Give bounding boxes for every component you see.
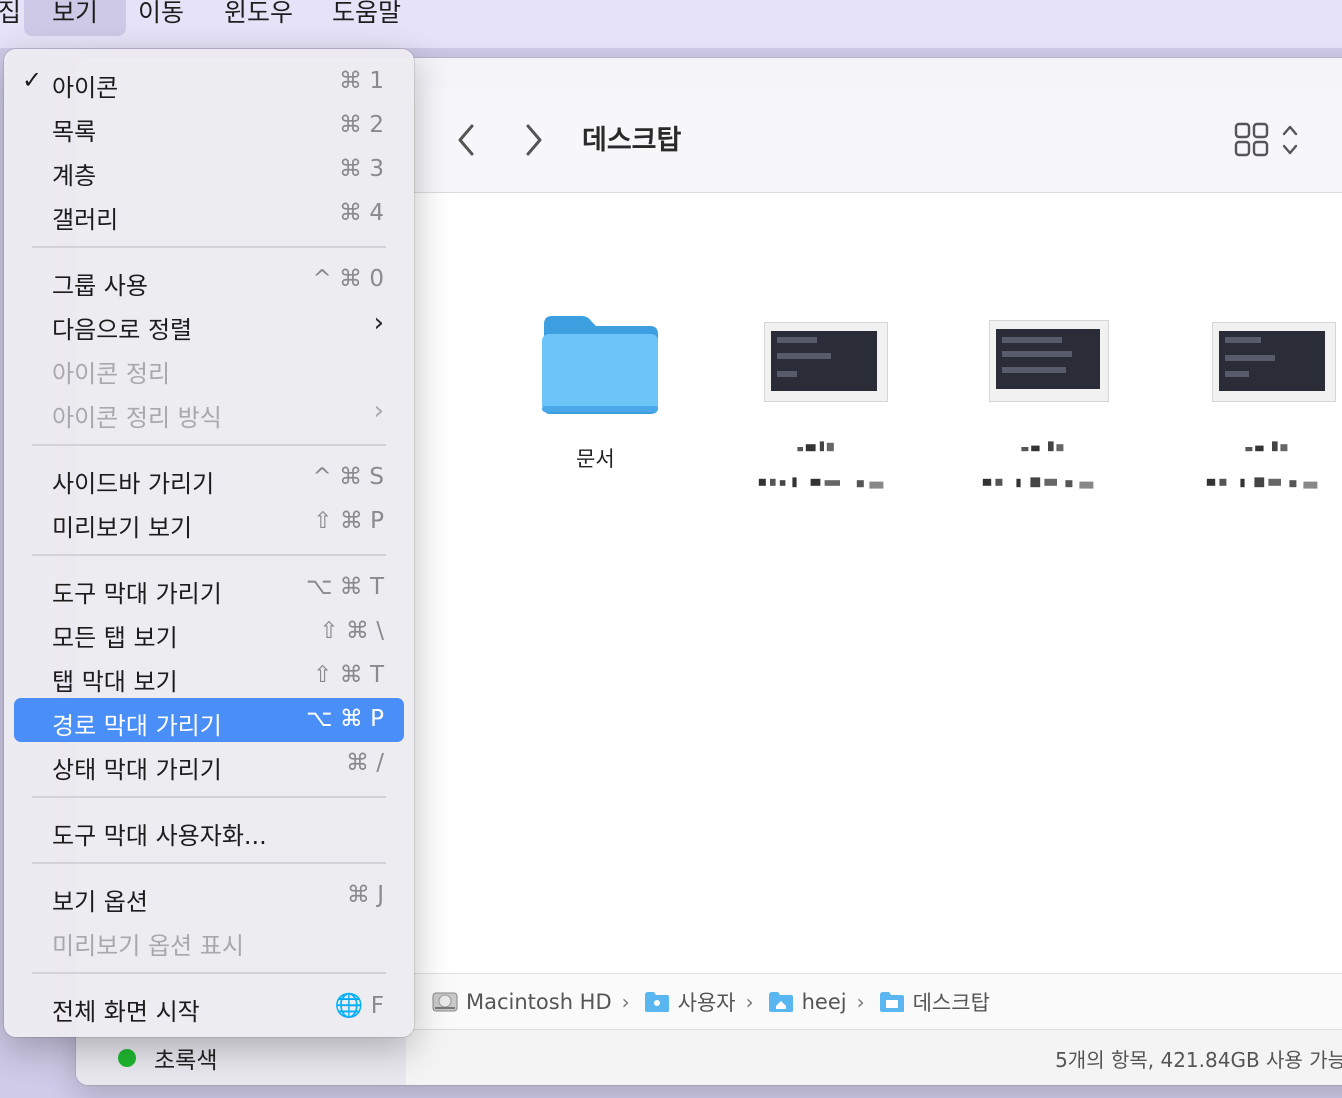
shortcut: ⌘ 1 bbox=[339, 68, 384, 94]
sidebar-tag-green[interactable]: 초록색 bbox=[118, 1042, 217, 1074]
menu-item-show-all-tabs[interactable]: 모든 탭 보기 ⇧ ⌘ \ bbox=[14, 610, 404, 654]
menu-item-show-preview-options: 미리보기 옵션 표시 bbox=[52, 932, 244, 960]
menu-bar-item-help[interactable]: 도움말 bbox=[320, 0, 413, 36]
menu-item-view-options[interactable]: 보기 옵션 ⌘ J bbox=[14, 874, 404, 918]
shortcut: ⇧ ⌘ T bbox=[313, 662, 384, 688]
status-text: 5개의 항목, 421.84GB 사용 가능 bbox=[1055, 1048, 1342, 1072]
view-menu: ✓ 아이콘 ⌘ 1 목록 ⌘ 2 계층 ⌘ 3 갤러리 ⌘ 4 그룹 사용 ^ … bbox=[4, 49, 414, 1037]
menu-item-gallery[interactable]: 갤러리 ⌘ 4 bbox=[14, 192, 404, 236]
menu-item-clean-up-by: 아이콘 정리 방식 › bbox=[52, 396, 384, 432]
hard-drive-icon bbox=[432, 992, 458, 1011]
menu-separator bbox=[32, 554, 386, 556]
path-separator: › bbox=[621, 989, 630, 1014]
menu-separator bbox=[32, 246, 386, 248]
grid-view-icon[interactable] bbox=[1234, 122, 1304, 158]
home-folder-icon bbox=[768, 991, 793, 1012]
menu-item-show-preview[interactable]: 미리보기 보기 ⇧ ⌘ P bbox=[14, 500, 404, 544]
shortcut: ⌘ / bbox=[345, 750, 384, 776]
menu-separator bbox=[32, 444, 386, 446]
blurred-filename-line2 bbox=[982, 477, 1094, 489]
shortcut: ⇧ ⌘ P bbox=[313, 508, 384, 534]
menu-item-list[interactable]: 목록 ⌘ 2 bbox=[14, 104, 404, 148]
path-label: Macintosh HD bbox=[466, 989, 612, 1014]
folder-icon bbox=[542, 316, 658, 414]
shortcut: ⌘ 4 bbox=[339, 200, 384, 226]
path-bar: Macintosh HD › 사용자 › heej › 데스크탑 bbox=[414, 973, 1342, 1029]
path-separator: › bbox=[856, 989, 865, 1014]
menu-item-hide-status-bar[interactable]: 상태 막대 가리기 ⌘ / bbox=[14, 742, 404, 786]
blurred-filename-line2 bbox=[1206, 477, 1318, 489]
blurred-filename-line1 bbox=[797, 441, 834, 452]
menu-item-hide-sidebar[interactable]: 사이드바 가리기 ^ ⌘ S bbox=[14, 456, 404, 500]
file-thumbnail bbox=[1212, 322, 1336, 402]
folder-icon bbox=[644, 991, 669, 1012]
menu-item-sort-by[interactable]: 다음으로 정렬 › bbox=[14, 302, 404, 346]
menu-bar: 집 보기 이동 윈도우 도움말 bbox=[0, 0, 1342, 48]
shortcut: 🌐 F bbox=[334, 993, 384, 1019]
checkmark-icon: ✓ bbox=[22, 66, 43, 94]
menu-item-clean-up: 아이콘 정리 bbox=[52, 360, 171, 388]
menu-bar-item-go[interactable]: 이동 bbox=[126, 0, 196, 36]
menu-item-columns[interactable]: 계층 ⌘ 3 bbox=[14, 148, 404, 192]
file-thumbnail bbox=[764, 322, 888, 402]
menu-bar-item-view[interactable]: 보기 bbox=[24, 0, 126, 36]
menu-separator bbox=[32, 796, 386, 798]
shortcut: ⌘ J bbox=[346, 882, 384, 908]
menu-item-show-tab-bar[interactable]: 탭 막대 보기 ⇧ ⌘ T bbox=[14, 654, 404, 698]
menu-separator bbox=[32, 862, 386, 864]
path-label: heej bbox=[801, 989, 847, 1014]
menu-item-customize-toolbar[interactable]: 도구 막대 사용자화... bbox=[14, 808, 404, 852]
file-thumbnail bbox=[989, 320, 1109, 402]
chevron-right-icon[interactable] bbox=[518, 120, 548, 160]
desktop-folder-icon bbox=[879, 991, 904, 1012]
menu-separator bbox=[32, 972, 386, 974]
folder-label: 문서 bbox=[576, 447, 615, 471]
shortcut: ⌥ ⌘ P bbox=[306, 706, 384, 732]
menu-bar-item-window[interactable]: 윈도우 bbox=[212, 0, 305, 36]
shortcut: ⇧ ⌘ \ bbox=[319, 618, 384, 644]
path-item-users[interactable]: 사용자 › bbox=[644, 987, 760, 1017]
chevron-right-icon: › bbox=[373, 396, 384, 426]
menu-item-icons[interactable]: ✓ 아이콘 ⌘ 1 bbox=[14, 60, 404, 104]
blurred-filename-line1 bbox=[1021, 441, 1064, 452]
sidebar-tag-label: 초록색 bbox=[154, 1048, 218, 1074]
path-label: 데스크탑 bbox=[912, 990, 990, 1015]
green-tag-dot-icon bbox=[118, 1049, 136, 1067]
shortcut: ^ ⌘ S bbox=[312, 464, 385, 490]
window-title: 데스크탑 bbox=[582, 125, 682, 156]
menu-item-hide-toolbar[interactable]: 도구 막대 가리기 ⌥ ⌘ T bbox=[14, 566, 404, 610]
menu-item-enter-full-screen[interactable]: 전체 화면 시작 🌐 F bbox=[14, 984, 404, 1028]
chevron-right-icon: › bbox=[373, 308, 384, 338]
path-item-desktop[interactable]: 데스크탑 bbox=[879, 987, 990, 1017]
shortcut: ^ ⌘ 0 bbox=[312, 266, 384, 292]
finder-content: 데스크탑 문서 Macintosh HD › 사용자 › heej › 데스크탑… bbox=[406, 88, 1342, 1085]
status-bar: 5개의 항목, 421.84GB 사용 가능 bbox=[406, 1029, 1342, 1085]
shortcut: ⌥ ⌘ T bbox=[305, 574, 384, 600]
path-item-home[interactable]: heej › bbox=[768, 990, 871, 1014]
shortcut: ⌘ 2 bbox=[339, 112, 384, 138]
chevron-left-icon[interactable] bbox=[452, 120, 482, 160]
blurred-filename-line1 bbox=[1245, 441, 1288, 452]
toolbar: 데스크탑 bbox=[414, 88, 1342, 193]
shortcut: ⌘ 3 bbox=[339, 156, 384, 182]
menu-item-use-groups[interactable]: 그룹 사용 ^ ⌘ 0 bbox=[14, 258, 404, 302]
menu-item-hide-path-bar[interactable]: 경로 막대 가리기 ⌥ ⌘ P bbox=[14, 698, 404, 742]
path-separator: › bbox=[745, 989, 754, 1014]
path-label: 사용자 bbox=[677, 990, 736, 1015]
blurred-filename-line2 bbox=[758, 477, 884, 489]
path-item-macintosh-hd[interactable]: Macintosh HD › bbox=[432, 990, 636, 1014]
